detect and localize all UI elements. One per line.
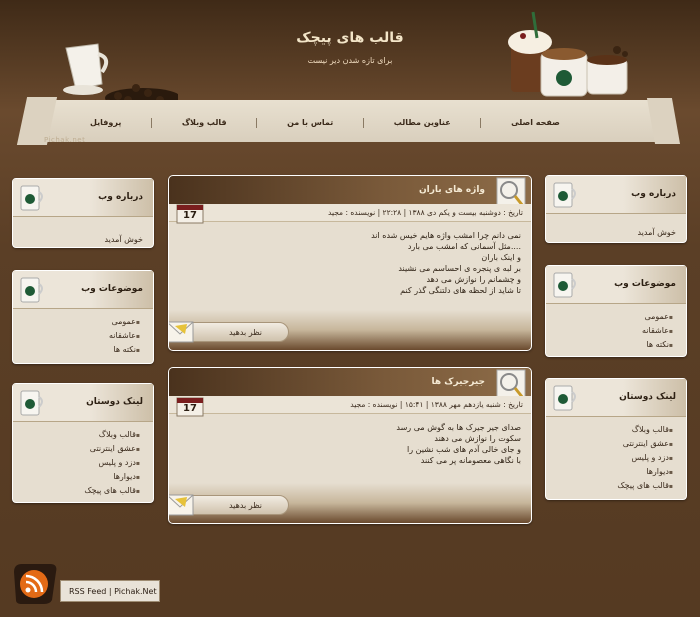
topic-link[interactable]: عاشقانه — [556, 324, 676, 338]
rss-label[interactable]: RSS Feed | Pichak.Net — [69, 587, 157, 596]
topic-link[interactable]: نکته ها — [556, 338, 676, 352]
topic-link[interactable]: نکته ها — [23, 343, 143, 357]
comment-button[interactable]: نظر بدهید — [183, 322, 289, 342]
right-about-box: درباره وب خوش آمدید — [545, 175, 687, 243]
main-nav: صفحه اصلی عناوین مطالب تماس با من قالب و… — [90, 118, 560, 132]
post-line: بر لبه ی پنجره ی احساسم می نشیند — [398, 264, 521, 273]
coffee-cups-illustration — [508, 11, 628, 97]
friend-link[interactable]: قالب وبلاگ — [23, 428, 143, 442]
left-about-box: درباره وب خوش آمدید — [12, 178, 154, 248]
post-card: واژه های باران تاریخ : دوشنبه بیست و یکم… — [168, 175, 532, 351]
comment-label[interactable]: نظر بدهید — [229, 501, 262, 510]
envelope-icon — [169, 494, 194, 516]
post-line: با نگاهی معصومانه پر می کنند — [420, 456, 521, 465]
post-line: نمی دانم چرا امشب واژه هایم خیس شده اند — [371, 231, 521, 240]
coffee-mug-icon — [553, 385, 576, 411]
about-text: خوش آمدید — [637, 228, 676, 237]
box-title: لینک دوستان — [619, 392, 676, 402]
coffee-mug-icon — [20, 390, 43, 416]
right-topics-box: موضوعات وب عمومی عاشقانه نکته ها — [545, 265, 687, 357]
nav-item-templates[interactable]: قالب وبلاگ — [182, 118, 227, 132]
post-line: تا شاید از لحظه های دلتنگی گذر کنم — [400, 286, 521, 295]
box-title: موضوعات وب — [614, 279, 676, 289]
post-line: و اینک باران — [481, 253, 521, 262]
friend-link[interactable]: قالب های پیچک — [556, 479, 676, 493]
rss-feed-widget[interactable]: RSS Feed | Pichak.Net — [10, 560, 160, 606]
coffee-mug-icon — [20, 185, 43, 211]
topic-link[interactable]: عمومی — [23, 315, 143, 329]
post-line: و چشمانم را نوازش می دهد — [426, 275, 521, 284]
friend-link[interactable]: عشق اینترنتی — [556, 437, 676, 451]
comment-label[interactable]: نظر بدهید — [229, 328, 262, 337]
post-meta: تاریخ : دوشنبه بیست و یکم دی ۱۳۸۸ | ۲۲:۲… — [328, 208, 523, 217]
friend-link[interactable]: دیوارها — [23, 470, 143, 484]
friend-link[interactable]: دیوارها — [556, 465, 676, 479]
nav-item-post-titles[interactable]: عناوین مطالب — [394, 118, 451, 132]
left-links-box: لینک دوستان قالب وبلاگ عشق اینترنتی دزد … — [12, 383, 154, 503]
site-title[interactable]: قالب های پیچک — [250, 30, 450, 46]
nav-divider — [151, 118, 153, 128]
site-header: قالب های پیچک برای تازه شدن دیر نیست صفح… — [0, 0, 700, 150]
nav-item-home[interactable]: صفحه اصلی — [511, 118, 560, 132]
topic-link[interactable]: عمومی — [556, 310, 676, 324]
box-title: موضوعات وب — [81, 284, 143, 294]
post-line: مثل آسمانی که امشب می بارد.... — [407, 242, 521, 251]
calendar-badge: 17 — [176, 395, 204, 417]
post-title[interactable]: واژه های باران — [419, 185, 485, 195]
topic-link[interactable]: عاشقانه — [23, 329, 143, 343]
brand-watermark: Pichak.net — [44, 136, 86, 144]
site-description: برای تازه شدن دیر نیست — [307, 56, 393, 65]
nav-divider — [256, 118, 258, 128]
friend-link[interactable]: دزد و پلیس — [23, 456, 143, 470]
post-title[interactable]: جیرجیرک ها — [432, 377, 486, 387]
coffee-mug-icon — [553, 182, 576, 208]
rss-badge[interactable]: RSS Feed | Pichak.Net — [60, 580, 160, 602]
about-text: خوش آمدید — [104, 235, 143, 244]
post-day: 17 — [183, 210, 197, 221]
calendar-badge: 17 — [176, 202, 204, 224]
right-links-box: لینک دوستان قالب وبلاگ عشق اینترنتی دزد … — [545, 378, 687, 500]
box-title: درباره وب — [631, 189, 676, 199]
nav-item-profile[interactable]: پروفایل — [90, 118, 121, 132]
rss-icon[interactable] — [10, 560, 62, 606]
nav-divider — [480, 118, 482, 128]
post-line: سکوت را نوازش می دهند — [434, 434, 521, 443]
post-line: صدای جیر جیرک ها به گوش می رسد — [396, 423, 521, 432]
comment-button[interactable]: نظر بدهید — [183, 495, 289, 515]
post-card: جیرجیرک ها تاریخ : شنبه یازدهم مهر ۱۳۸۸ … — [168, 367, 532, 524]
post-meta: تاریخ : شنبه یازدهم مهر ۱۳۸۸ | ۱۵:۴۱ | ن… — [350, 400, 523, 409]
friend-link[interactable]: دزد و پلیس — [556, 451, 676, 465]
coffee-mug-icon — [20, 277, 43, 303]
friend-link[interactable]: قالب های پیچک — [23, 484, 143, 498]
coffee-mug-icon — [553, 272, 576, 298]
nav-divider — [362, 118, 364, 128]
friend-link[interactable]: عشق اینترنتی — [23, 442, 143, 456]
post-line: و جای خالی آدم های شب نشین را — [407, 445, 521, 454]
box-title: درباره وب — [98, 192, 143, 202]
friend-link[interactable]: قالب وبلاگ — [556, 423, 676, 437]
nav-item-contact[interactable]: تماس با من — [287, 118, 333, 132]
post-day: 17 — [183, 403, 197, 414]
envelope-icon — [169, 321, 194, 343]
box-title: لینک دوستان — [86, 397, 143, 407]
left-topics-box: موضوعات وب عمومی عاشقانه نکته ها — [12, 270, 154, 364]
